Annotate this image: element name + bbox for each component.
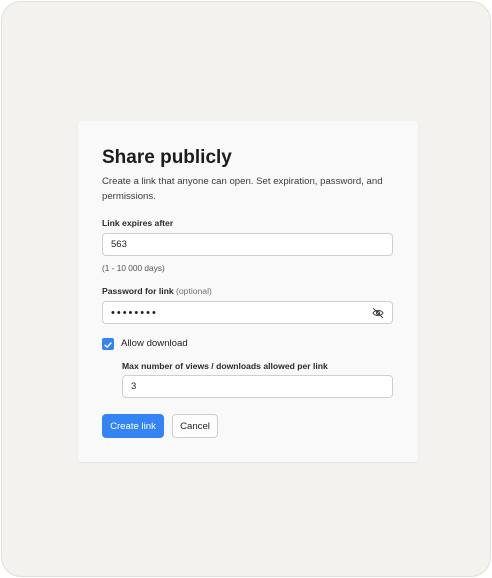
password-input[interactable]: •••••••• bbox=[102, 301, 393, 324]
cancel-button[interactable]: Cancel bbox=[172, 414, 218, 438]
password-label-text: Password for link bbox=[102, 286, 174, 296]
create-link-button[interactable]: Create link bbox=[102, 414, 164, 438]
max-views-input-value: 3 bbox=[131, 381, 137, 392]
allow-download-label[interactable]: Allow download bbox=[121, 338, 188, 349]
expires-label: Link expires after bbox=[102, 218, 174, 228]
dialog-description: Create a link that anyone can open. Set … bbox=[102, 176, 383, 202]
dialog-title: Share publicly bbox=[102, 147, 232, 168]
max-views-label: Max number of views / downloads allowed … bbox=[122, 361, 328, 371]
password-label: Password for link (optional) bbox=[102, 286, 212, 296]
expires-input[interactable]: 563 bbox=[102, 233, 393, 256]
expires-input-value: 563 bbox=[111, 239, 127, 250]
max-views-input[interactable]: 3 bbox=[122, 375, 393, 398]
expires-hint: (1 - 10 000 days) bbox=[102, 263, 165, 273]
share-dialog: Share publicly Create a link that anyone… bbox=[78, 121, 418, 462]
eye-off-icon[interactable] bbox=[372, 307, 384, 319]
password-optional-tag: (optional) bbox=[176, 286, 212, 296]
checkmark-icon bbox=[104, 342, 112, 348]
allow-download-checkbox[interactable] bbox=[102, 338, 114, 350]
page-background: Share publicly Create a link that anyone… bbox=[1, 1, 491, 577]
password-input-value: •••••••• bbox=[111, 306, 158, 319]
